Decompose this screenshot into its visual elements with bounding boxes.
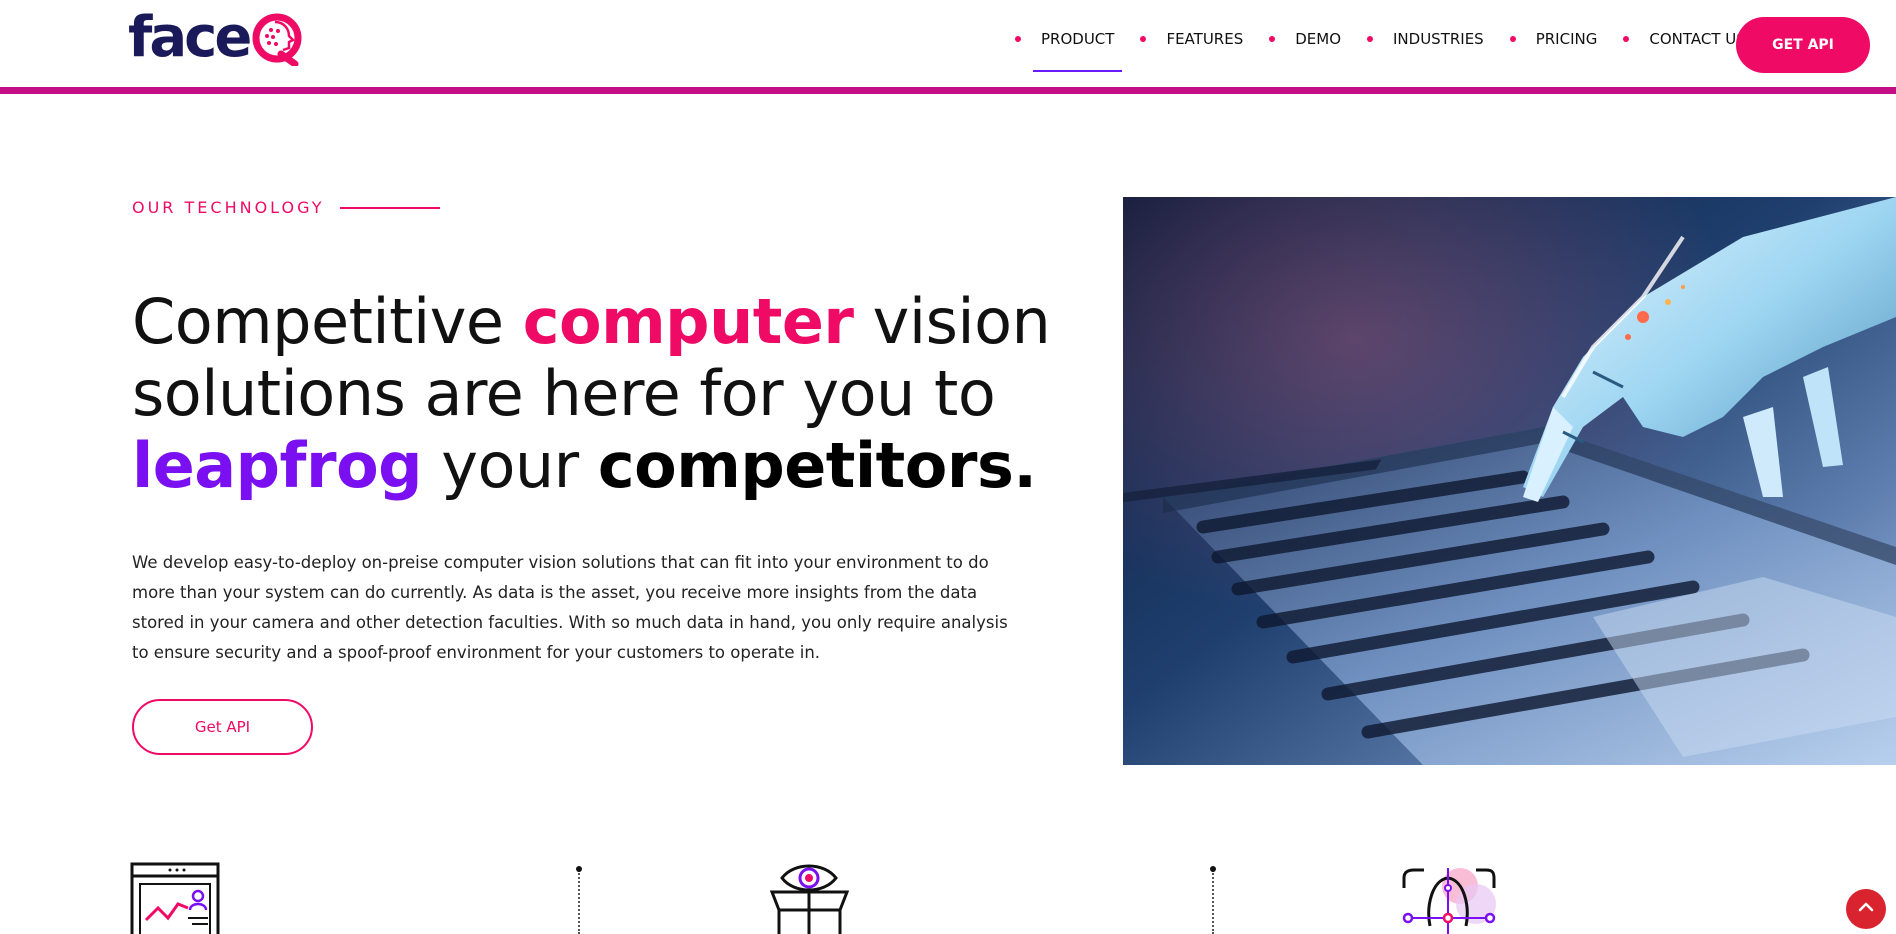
hero-get-api-button[interactable]: Get API	[132, 699, 313, 755]
scroll-to-top-button[interactable]	[1846, 889, 1886, 929]
nav-item-contact-us[interactable]: CONTACT US	[1623, 30, 1746, 48]
nav-item-features[interactable]: FEATURES	[1140, 30, 1243, 48]
hero-headline: Competitive computer vision solutions ar…	[132, 286, 1052, 502]
eyebrow-label: OUR TECHNOLOGY	[132, 198, 325, 217]
headline-highlight-competitors: competitors.	[597, 429, 1037, 502]
hero-description: We develop easy-to-deploy on-preise comp…	[132, 553, 1008, 662]
hero-image-robot-hand-laptop	[1123, 197, 1896, 765]
faceq-logo[interactable]: face	[128, 8, 309, 68]
nav-label: PRODUCT	[1041, 30, 1115, 48]
nav-bullet	[1509, 36, 1516, 42]
feature-divider-dot	[1210, 866, 1216, 872]
nav-bullet	[1015, 36, 1021, 42]
nav-bullet	[1140, 36, 1147, 42]
eyebrow-line	[340, 206, 441, 209]
eye-in-box-icon	[762, 862, 857, 934]
nav-bullet	[1269, 36, 1276, 42]
section-eyebrow: OUR TECHNOLOGY	[132, 198, 441, 217]
headline-text: your	[422, 429, 598, 502]
main-nav: PRODUCT FEATURES DEMO INDUSTRIES PRICING…	[1015, 30, 1746, 72]
nav-label: FEATURES	[1166, 30, 1244, 48]
feature-divider	[1212, 870, 1214, 934]
header-get-api-button[interactable]: GET API	[1736, 17, 1870, 73]
feature-divider	[578, 870, 580, 934]
nav-label: PRICING	[1535, 30, 1598, 48]
nav-label: INDUSTRIES	[1393, 30, 1484, 48]
headline-highlight-computer: computer	[522, 285, 854, 358]
nav-item-industries[interactable]: INDUSTRIES	[1367, 30, 1484, 48]
logo-q-face-icon	[251, 10, 309, 68]
nav-item-demo[interactable]: DEMO	[1269, 30, 1341, 48]
header-accent-bar	[0, 87, 1896, 94]
nav-item-product[interactable]: PRODUCT	[1015, 30, 1123, 72]
nav-label: CONTACT US	[1649, 30, 1746, 48]
headline-highlight-leapfrog: leapfrog	[132, 429, 423, 502]
nav-bullet	[1367, 36, 1373, 42]
site-header: face PRODUCT FEATURES DEMO INDUSTRIES PR…	[0, 0, 1896, 88]
logo-wordmark: face	[128, 5, 252, 70]
nav-label: DEMO	[1295, 30, 1341, 48]
feature-divider-dot	[576, 866, 582, 872]
analytics-dashboard-icon	[130, 862, 220, 934]
nav-bullet	[1623, 36, 1630, 42]
chevron-up-icon	[1857, 898, 1875, 920]
nav-item-pricing[interactable]: PRICING	[1509, 30, 1598, 48]
face-recognition-icon	[1398, 866, 1503, 934]
nav-active-underline	[1033, 70, 1123, 72]
headline-text: Competitive	[132, 285, 523, 358]
